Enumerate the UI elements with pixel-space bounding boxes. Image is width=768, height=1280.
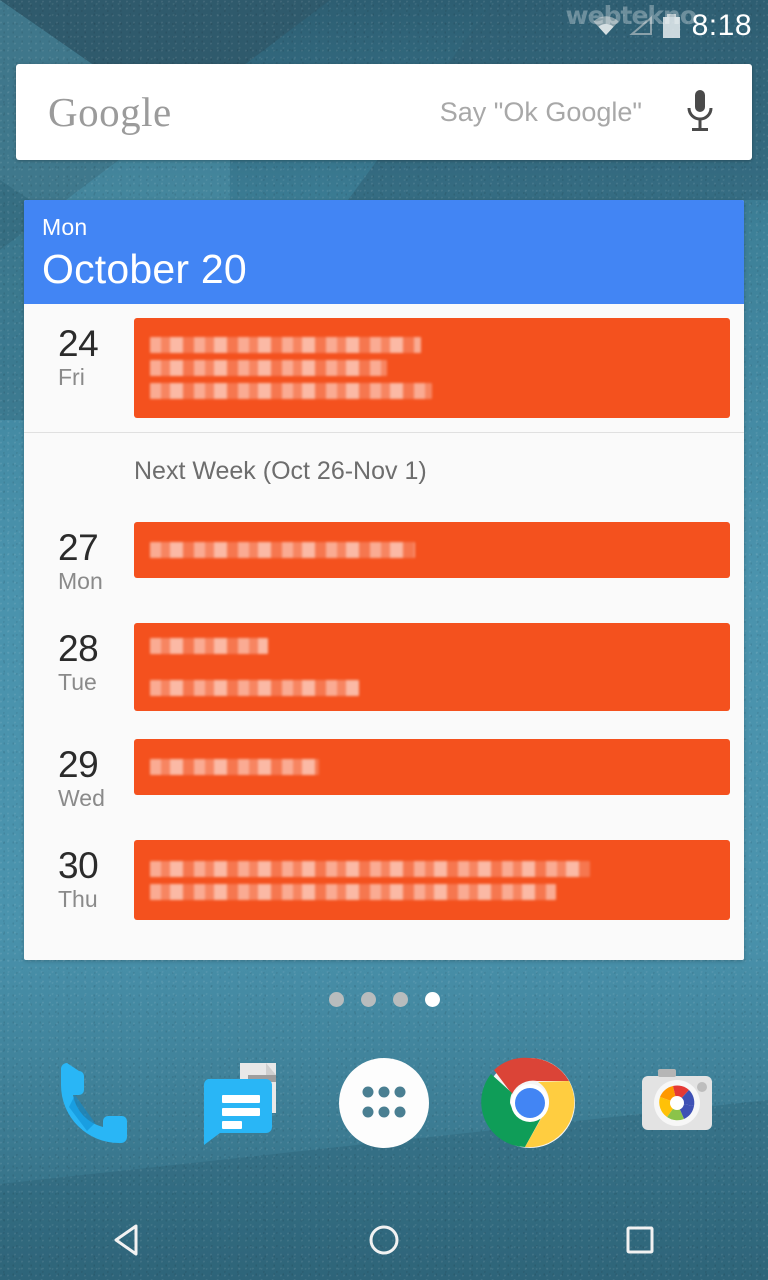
redacted-text-line xyxy=(150,860,590,877)
event-day-name: Thu xyxy=(58,886,98,912)
signal-icon xyxy=(628,16,653,36)
dock xyxy=(0,1045,768,1160)
redacted-text-line xyxy=(150,383,432,399)
page-dot[interactable] xyxy=(392,992,408,1007)
event-bar[interactable] xyxy=(134,623,730,711)
event-day-number: 28 xyxy=(58,628,99,669)
redacted-text-line xyxy=(150,337,421,353)
home-button[interactable] xyxy=(324,1200,444,1280)
camera-icon[interactable] xyxy=(621,1047,733,1159)
event-date-column: 24 Fri xyxy=(24,318,134,391)
event-bar[interactable] xyxy=(134,522,730,578)
widget-date: October 20 xyxy=(42,246,247,292)
event-date-column: 27 Mon xyxy=(24,522,134,595)
event-row[interactable]: 24 Fri xyxy=(24,304,744,432)
android-home-screen: 8:18 webtekno Google Say "Ok Google" Mon… xyxy=(0,0,768,1280)
google-logo: Google xyxy=(48,89,172,135)
event-row[interactable]: 28 Tue xyxy=(24,609,744,725)
redacted-text-line xyxy=(150,759,320,775)
event-day-number: 27 xyxy=(58,527,99,568)
search-placeholder: Say "Ok Google" xyxy=(439,96,642,127)
status-bar: 8:18 xyxy=(0,0,768,52)
redacted-text-line xyxy=(150,360,387,376)
section-label: Next Week (Oct 26-Nov 1) xyxy=(24,433,744,508)
redacted-text-line xyxy=(150,883,557,900)
calendar-widget[interactable]: Mon October 20 24 Fri Next Week (Oct 26-… xyxy=(24,200,744,960)
battery-icon xyxy=(662,14,680,38)
event-day-name: Fri xyxy=(58,364,85,390)
recents-button[interactable] xyxy=(580,1200,700,1280)
event-day-name: Wed xyxy=(58,785,105,811)
event-bar[interactable] xyxy=(134,739,730,795)
navigation-bar xyxy=(0,1200,768,1280)
google-search-bar[interactable]: Google Say "Ok Google" xyxy=(16,64,752,160)
event-row[interactable]: 29 Wed xyxy=(24,725,744,826)
event-day-number: 30 xyxy=(58,845,99,886)
event-day-number: 24 xyxy=(58,323,99,364)
page-dot[interactable] xyxy=(328,992,344,1007)
redacted-text-line xyxy=(150,638,269,654)
event-bar[interactable] xyxy=(134,840,730,920)
status-clock: 8:18 xyxy=(691,9,752,42)
event-day-number: 29 xyxy=(58,744,99,785)
page-dot-active[interactable] xyxy=(424,992,440,1007)
messaging-icon[interactable] xyxy=(182,1047,294,1159)
app-drawer-icon[interactable] xyxy=(328,1047,440,1159)
redacted-text-line xyxy=(150,542,416,558)
widget-header[interactable]: Mon October 20 xyxy=(24,200,744,304)
back-button[interactable] xyxy=(68,1200,188,1280)
event-bar[interactable] xyxy=(134,318,730,418)
event-date-column: 29 Wed xyxy=(24,739,134,812)
event-date-column: 28 Tue xyxy=(24,623,134,696)
event-day-name: Mon xyxy=(58,568,103,594)
widget-day-of-week: Mon xyxy=(42,214,88,240)
widget-event-list[interactable]: 24 Fri Next Week (Oct 26-Nov 1) 27 Mon 2… xyxy=(24,304,744,934)
event-row[interactable]: 30 Thu xyxy=(24,826,744,934)
chrome-icon[interactable] xyxy=(474,1047,586,1159)
phone-icon[interactable] xyxy=(35,1047,147,1159)
page-indicator xyxy=(0,992,768,1007)
microphone-icon[interactable] xyxy=(670,88,730,136)
event-row[interactable]: 27 Mon xyxy=(24,508,744,609)
redacted-text-line xyxy=(150,680,359,696)
event-date-column: 30 Thu xyxy=(24,840,134,913)
event-day-name: Tue xyxy=(58,669,97,695)
page-dot[interactable] xyxy=(360,992,376,1007)
wifi-icon xyxy=(593,16,619,36)
